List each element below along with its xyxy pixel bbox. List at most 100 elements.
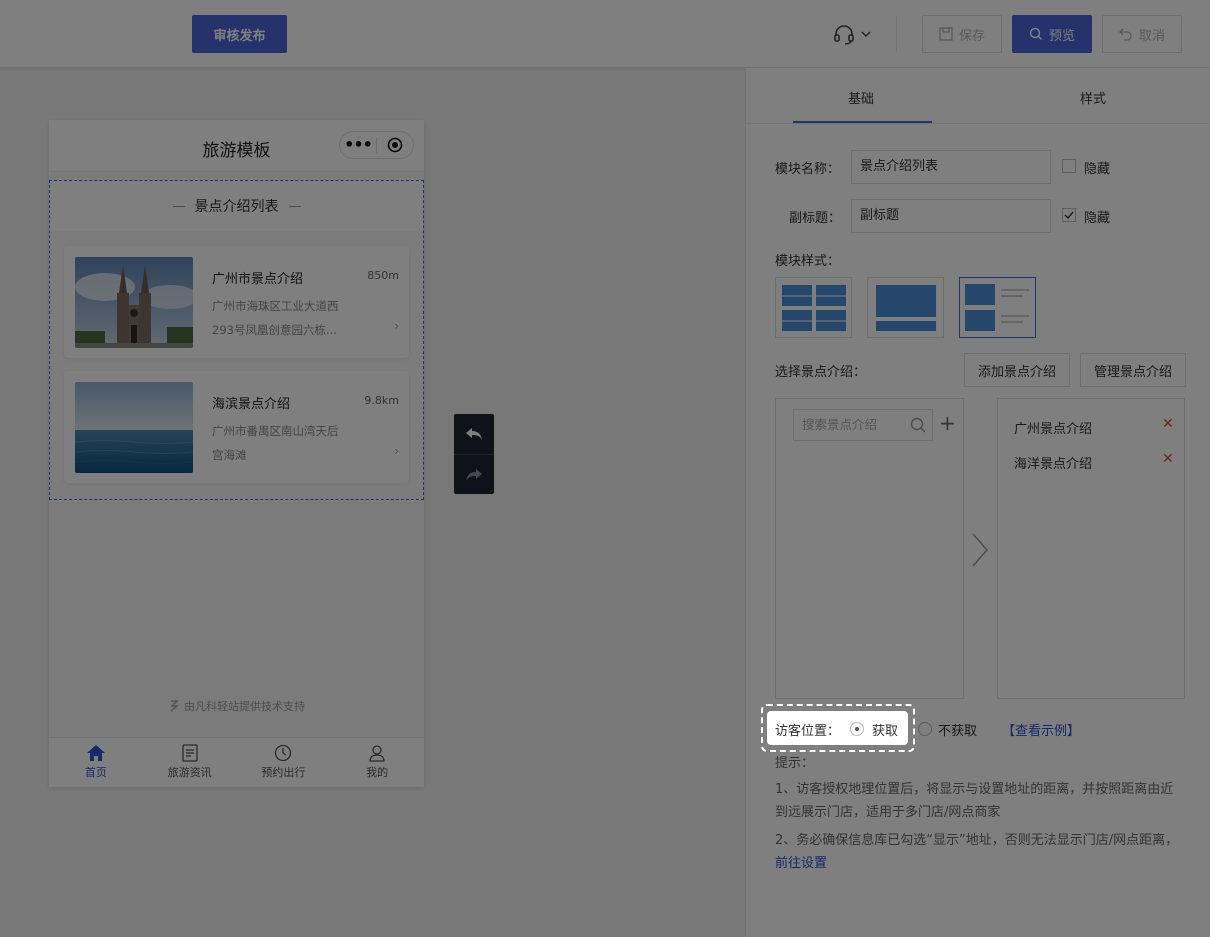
style-option-large[interactable]: [867, 277, 944, 338]
tab-label: 首页: [84, 766, 107, 779]
spot-name: 海滨景点介绍: [212, 397, 291, 412]
not-get-location-label: 不获取: [938, 724, 978, 739]
document-icon: [181, 744, 198, 762]
tab-label: 我的: [366, 766, 389, 779]
brand-logo-icon: [170, 700, 180, 712]
tab-travel-news[interactable]: 旅游资讯: [143, 738, 237, 787]
publish-button-label: 审核发布: [213, 28, 266, 44]
save-button[interactable]: 保存: [922, 15, 1002, 53]
select-spot-label: 选择景点介绍：: [775, 365, 867, 380]
panel-tabs: 基础 样式: [746, 68, 1210, 124]
tab-booking[interactable]: 预约出行: [237, 738, 331, 787]
tab-style[interactable]: 样式: [1080, 88, 1106, 107]
undo-button[interactable]: [454, 414, 494, 454]
chevron-down-icon: [861, 31, 871, 37]
customer-service-button[interactable]: [832, 22, 876, 46]
cathedral-photo: [75, 257, 193, 348]
spot-intro-module[interactable]: 景点介绍列表 广州市景点介绍 850m 广州市海珠区工业大道西 293号凤凰创意…: [49, 180, 424, 500]
cancel-button[interactable]: 取消: [1102, 15, 1182, 53]
preview-button[interactable]: 预览: [1012, 15, 1092, 53]
selected-spot-item: 海洋景点介绍: [1014, 457, 1093, 472]
title-dash-right: [288, 205, 301, 207]
sea-photo: [75, 382, 193, 473]
tip-item-2-text: 2、务必确保信息库已勾选“显示”地址，否则无法显示门店/网点距离，: [775, 833, 1179, 848]
search-spot-input[interactable]: 搜索景点介绍: [793, 409, 933, 441]
manage-spot-button[interactable]: 管理景点介绍: [1080, 353, 1186, 387]
spot-address: 广州市番禺区南山湾天后 宫海滩: [212, 419, 362, 467]
close-target-icon[interactable]: [377, 137, 413, 153]
hide-subtitle-checkbox[interactable]: [1062, 208, 1076, 222]
undo-arrow-icon: [1119, 28, 1132, 41]
not-get-location-radio[interactable]: [918, 722, 932, 736]
module-name-label: 模块名称：: [775, 162, 841, 177]
tab-home[interactable]: 首页: [49, 738, 143, 787]
spot-card[interactable]: 海滨景点介绍 9.8km 广州市番禺区南山湾天后 宫海滩 ›: [64, 371, 409, 483]
history-controls: [454, 414, 494, 494]
go-settings-link[interactable]: 前往设置: [775, 856, 827, 871]
hide-module-name-checkbox[interactable]: [1062, 159, 1076, 173]
undo-icon: [466, 428, 482, 440]
view-example-link[interactable]: 【查看示例】: [1002, 720, 1080, 739]
checkmark-icon: [1064, 211, 1074, 220]
close-icon[interactable]: ✕: [1162, 416, 1174, 432]
tab-label: 预约出行: [261, 766, 306, 779]
search-placeholder: 搜索景点介绍: [802, 417, 878, 432]
style-option-list[interactable]: [959, 277, 1036, 338]
chevron-right-icon[interactable]: [970, 532, 990, 572]
tip-item-1: 1、访客授权地理位置后，将显示与设置地址的距离，并按照距离由近到远展示门店，适用…: [775, 782, 1174, 820]
settings-panel: 基础 样式 模块名称： 景点介绍列表 隐藏 副标题： 副标题 隐藏 模块样式： …: [745, 68, 1210, 937]
available-spots-list[interactable]: 搜索景点介绍 +: [775, 398, 964, 699]
phone-preview: 旅游模板 ••• 景点介绍列表 广州市景点介绍 850m 广州市海珠区工业大道西…: [49, 120, 424, 787]
cancel-button-label: 取消: [1138, 28, 1165, 44]
spot-name: 广州市景点介绍: [212, 272, 304, 287]
style-option-grid[interactable]: [775, 277, 852, 338]
home-icon: [86, 745, 105, 761]
headset-icon: [834, 25, 854, 45]
spot-address-line1: 广州市海珠区工业大道西: [212, 299, 339, 313]
phone-header: 旅游模板 •••: [49, 120, 424, 172]
subtitle-input[interactable]: 副标题: [851, 199, 1051, 233]
title-dash-left: [172, 205, 185, 207]
tip-item-2: 2、务必确保信息库已勾选“显示”地址，否则无法显示门店/网点距离， 前往设置: [775, 829, 1185, 875]
redo-button[interactable]: [454, 454, 494, 494]
spot-address: 广州市海珠区工业大道西 293号凤凰创意园六栋...: [212, 294, 362, 342]
spot-address-line2: 293号凤凰创意园六栋...: [212, 323, 337, 337]
module-title-row: 景点介绍列表: [50, 181, 423, 231]
preview-button-label: 预览: [1048, 28, 1075, 44]
redo-icon: [466, 468, 482, 481]
more-dots-icon[interactable]: •••: [340, 132, 376, 158]
module-style-label: 模块样式：: [775, 254, 841, 269]
module-title: 景点介绍列表: [194, 199, 279, 215]
tips-title: 提示：: [775, 756, 815, 771]
tab-basic[interactable]: 基础: [848, 88, 874, 107]
selected-spots-list: 广州景点介绍 ✕ 海洋景点介绍 ✕: [997, 398, 1185, 699]
spot-address-line1: 广州市番禺区南山湾天后: [212, 424, 339, 438]
top-toolbar: 审核发布 保存 预览 取消: [0, 0, 1210, 68]
chevron-right-icon: ›: [394, 319, 399, 333]
tech-support-note: 由凡科轻站提供技术支持: [49, 698, 424, 714]
mini-program-capsule[interactable]: •••: [339, 131, 414, 159]
spot-card[interactable]: 广州市景点介绍 850m 广州市海珠区工业大道西 293号凤凰创意园六栋... …: [64, 246, 409, 358]
visitor-location-label: 访客位置：: [775, 724, 841, 739]
close-icon[interactable]: ✕: [1162, 451, 1174, 467]
tab-mine[interactable]: 我的: [330, 738, 424, 787]
tech-support-text: 由凡科轻站提供技术支持: [184, 700, 305, 713]
spot-address-line2: 宫海滩: [212, 448, 247, 462]
module-name-input[interactable]: 景点介绍列表: [851, 150, 1051, 184]
active-tab-indicator: [793, 121, 932, 123]
subtitle-label: 副标题：: [789, 211, 842, 226]
spot-distance: 850m: [367, 269, 399, 282]
search-icon[interactable]: [910, 417, 926, 433]
get-location-label: 获取: [872, 724, 899, 739]
plus-icon[interactable]: +: [939, 411, 956, 435]
publish-button[interactable]: 审核发布: [192, 15, 287, 53]
add-spot-button[interactable]: 添加景点介绍: [964, 353, 1070, 387]
search-icon: [1029, 27, 1043, 41]
chevron-right-icon: ›: [394, 444, 399, 458]
toolbar-divider: [896, 16, 897, 52]
hide-label: 隐藏: [1084, 211, 1111, 226]
user-icon: [369, 745, 385, 762]
get-location-radio[interactable]: [850, 722, 864, 736]
bottom-tabbar: 首页 旅游资讯 预约出行 我的: [49, 737, 424, 787]
hide-label: 隐藏: [1084, 162, 1111, 177]
